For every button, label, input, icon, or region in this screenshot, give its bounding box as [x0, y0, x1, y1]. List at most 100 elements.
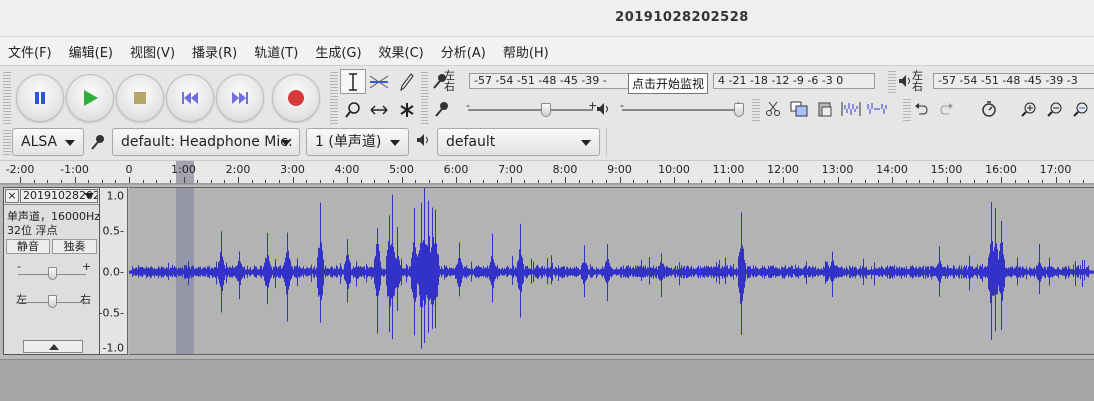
menu-effect[interactable]: 效果(C)	[379, 42, 424, 61]
play-volume-thumb[interactable]	[734, 103, 744, 117]
record-meter[interactable]: 左 右 -57 -54 -51 -48 -45 -39 - 点击开始监视 4 -…	[428, 69, 898, 94]
redo-button[interactable]	[934, 97, 960, 121]
gain-slider-thumb[interactable]	[48, 267, 57, 280]
menu-file[interactable]: 文件(F)	[8, 42, 52, 61]
zoom-tool[interactable]	[340, 97, 366, 122]
ruler-minor-tick	[224, 180, 226, 183]
recording-device-select[interactable]: default: Headphone Mic:	[112, 128, 300, 156]
record-button[interactable]	[272, 74, 320, 122]
track-area: × 20191028202528 单声道，16000Hz 32位 浮点 静音 独…	[0, 185, 1094, 359]
draw-tool[interactable]	[394, 69, 420, 94]
ruler-major-tick	[238, 177, 239, 183]
track-name-menu[interactable]: 20191028202528	[20, 189, 98, 203]
toolbar-grip[interactable]	[330, 70, 338, 125]
multi-tool[interactable]	[394, 97, 420, 122]
ruler-major-tick	[347, 177, 348, 183]
ruler-minor-tick	[687, 180, 689, 183]
ruler-minor-tick	[374, 180, 376, 183]
trim-audio-button[interactable]	[838, 97, 864, 121]
toolbar-grip[interactable]	[752, 97, 760, 121]
menu-help[interactable]: 帮助(H)	[503, 42, 549, 61]
audacity-window: 20191028202528 文件(F) 编辑(E) 视图(V) 播录(R) 轨…	[0, 0, 1094, 401]
ruler-minor-tick	[973, 180, 975, 183]
menu-tracks[interactable]: 轨道(T)	[254, 42, 298, 61]
paste-button[interactable]	[812, 97, 838, 121]
record-volume-slider[interactable]	[468, 109, 593, 111]
ruler-minor-tick	[987, 180, 989, 183]
microphone-icon	[435, 102, 448, 117]
zoom-in-button[interactable]	[1016, 97, 1042, 121]
selection-tool[interactable]	[340, 69, 366, 94]
amplitude-ruler[interactable]: 1.0 0.5- 0.0- -0.5- -1.0	[98, 187, 128, 355]
device-toolbar: ALSA default: Headphone Mic: 1 (单声道) def…	[0, 124, 1094, 158]
play-icon	[84, 90, 98, 106]
playback-meter-scale: -57 -54 -51 -48 -45 -39 -3	[933, 73, 1094, 89]
ruler-minor-tick	[537, 180, 539, 183]
envelope-tool[interactable]	[366, 69, 392, 94]
ruler-minor-tick	[1014, 180, 1016, 183]
record-volume-thumb[interactable]	[540, 103, 551, 117]
zoom-in-icon	[1021, 102, 1036, 117]
ruler-minor-tick	[660, 180, 662, 183]
ruler-minor-tick	[428, 180, 430, 183]
playback-device-select[interactable]: default	[437, 128, 600, 156]
ruler-minor-tick	[251, 180, 253, 183]
timeline-ruler[interactable]: -2:00 -1:00 0 1:00 2:00 3:00 4:00 5:00 6:00 7:00 8…	[0, 160, 1094, 184]
ruler-minor-tick	[101, 180, 103, 183]
ruler-major-tick	[1055, 177, 1057, 183]
silence-audio-button[interactable]	[864, 97, 890, 121]
ruler-major-tick	[783, 177, 784, 183]
tools-toolbar	[338, 69, 426, 125]
undo-button[interactable]	[908, 97, 934, 121]
waveform-area[interactable]	[129, 187, 1094, 355]
close-track-button[interactable]: ×	[5, 189, 19, 203]
sync-lock-button[interactable]	[976, 97, 1002, 121]
chevron-down-icon	[281, 140, 291, 146]
ruler-minor-tick	[360, 180, 362, 183]
ruler-minor-tick	[265, 180, 267, 183]
play-volume-slider[interactable]	[622, 109, 739, 111]
redo-icon	[940, 103, 953, 115]
ruler-minor-tick	[851, 180, 853, 183]
toolbar-grip[interactable]	[888, 69, 896, 93]
copy-button[interactable]	[786, 97, 812, 121]
zoom-out-button[interactable]	[1042, 97, 1068, 121]
collapse-track-button[interactable]	[23, 340, 83, 353]
menu-edit[interactable]: 编辑(E)	[69, 42, 113, 61]
amplitude-tick-label: -0.5-	[98, 306, 124, 320]
monitor-tooltip: 点击开始监视	[628, 73, 709, 94]
skip-to-end-button[interactable]	[216, 74, 264, 122]
envelope-icon	[369, 75, 389, 88]
ruler-minor-tick	[142, 180, 144, 183]
fit-selection-button[interactable]	[1068, 97, 1094, 121]
recording-channels-select[interactable]: 1 (单声道)	[306, 128, 409, 156]
menu-transport[interactable]: 播录(R)	[192, 42, 237, 61]
gain-plus-label: +	[82, 260, 92, 273]
menu-generate[interactable]: 生成(G)	[315, 42, 361, 61]
stop-button[interactable]	[116, 74, 164, 122]
play-button[interactable]	[66, 74, 114, 122]
time-shift-tool[interactable]	[366, 97, 392, 122]
zoom-out-icon	[1047, 102, 1062, 117]
cut-button[interactable]	[760, 97, 786, 121]
transport-toolbar	[12, 70, 334, 125]
ruler-major-tick	[401, 177, 403, 183]
ruler-minor-tick	[769, 180, 771, 183]
solo-button[interactable]: 独奏	[52, 239, 97, 254]
menu-analyze[interactable]: 分析(A)	[441, 42, 486, 61]
ruler-tick-label: 17:00	[1039, 163, 1072, 176]
toolbar-grip[interactable]	[3, 70, 11, 125]
toolbar-grip[interactable]	[3, 128, 11, 156]
skip-to-start-button[interactable]	[166, 74, 214, 122]
empty-track-space[interactable]	[0, 359, 1094, 401]
ruler-minor-tick	[415, 180, 417, 183]
menu-view[interactable]: 视图(V)	[130, 42, 175, 61]
ruler-minor-tick	[932, 180, 934, 183]
zoom-fit-icon	[1073, 102, 1088, 117]
mute-button[interactable]: 静音	[6, 239, 50, 254]
audio-host-select[interactable]: ALSA	[12, 128, 84, 156]
ruler-minor-tick	[823, 180, 825, 183]
pause-button[interactable]	[16, 74, 64, 122]
pan-slider-thumb[interactable]	[48, 295, 57, 308]
playback-meter[interactable]: 左 右 -57 -54 -51 -48 -45 -39 -3	[896, 69, 1094, 93]
